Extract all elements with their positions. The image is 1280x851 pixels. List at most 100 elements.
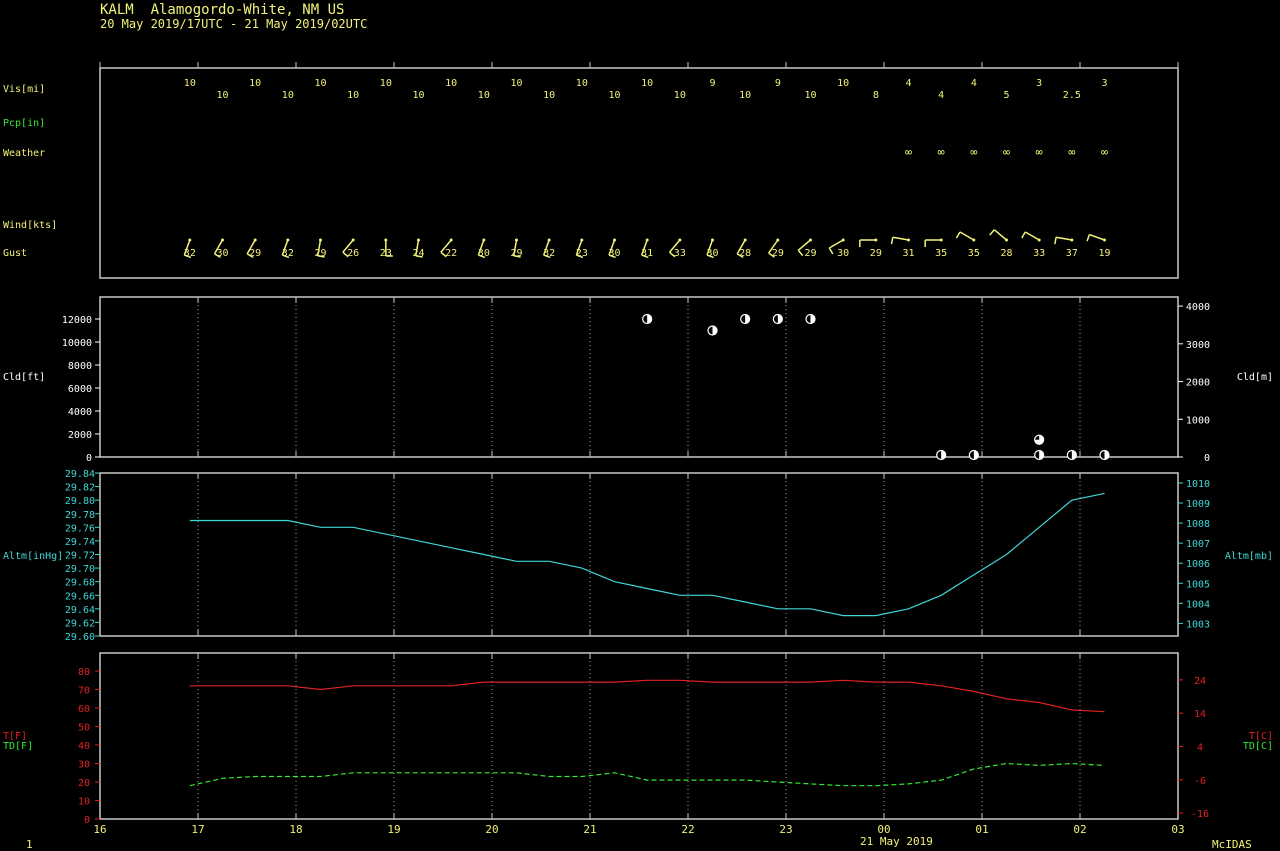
visibility-value: 4 [938, 90, 944, 101]
wind-barb-flag [890, 237, 894, 245]
visibility-value: 5 [1003, 90, 1009, 101]
gust-value: 33 [1033, 248, 1045, 259]
temperature-right-tick-label: 24 [1194, 676, 1206, 687]
cloud-left-tick-label: 4000 [68, 407, 92, 418]
temperature-right-tick-label: -6 [1194, 776, 1206, 787]
software-label: McIDAS [1212, 838, 1252, 851]
wind-barb [1024, 231, 1040, 241]
visibility-value: 4 [971, 78, 977, 89]
x-axis-tick-label: 02 [1073, 823, 1086, 836]
x-axis-tick-label: 18 [289, 823, 302, 836]
x-axis-tick-label: 16 [93, 823, 106, 836]
wind-station-dot [809, 238, 812, 242]
altimeter-right-tick-label: 1004 [1186, 599, 1210, 610]
altimeter-left-tick-label: 29.66 [65, 591, 95, 602]
wind-barb-flag [1054, 237, 1057, 245]
visibility-value: 10 [543, 90, 555, 101]
visibility-value: 10 [347, 90, 359, 101]
altimeter-right-tick-label: 1009 [1186, 499, 1210, 510]
x-axis-tick-label: 03 [1171, 823, 1184, 836]
visibility-value: 9 [775, 78, 781, 89]
altimeter-left-tick-label: 29.78 [65, 510, 95, 521]
wind-station-dot [711, 238, 714, 242]
wind-barb-flag [828, 247, 834, 255]
visibility-value: 10 [412, 90, 424, 101]
temperature-right-tick-label: -16 [1191, 809, 1209, 820]
visibility-value: 10 [249, 78, 261, 89]
temperature-left-tick-label: 20 [78, 778, 90, 789]
weather-symbol: ∞ [1101, 145, 1108, 159]
x-axis-tick-label: 22 [681, 823, 694, 836]
visibility-value: 10 [216, 90, 228, 101]
gust-value: 24 [412, 248, 424, 259]
visibility-value: 10 [282, 90, 294, 101]
wind-station-dot [482, 238, 486, 242]
gust-value: 29 [510, 248, 522, 259]
weather-symbol: ∞ [970, 145, 977, 159]
altimeter-right-tick-label: 1003 [1186, 619, 1210, 630]
altimeter-right-tick-label: 1005 [1186, 579, 1210, 590]
gust-value: 35 [935, 248, 947, 259]
cloud-right-tick-label: 4000 [1186, 302, 1210, 313]
gust-value: 29 [870, 248, 882, 259]
wind-station-dot [253, 238, 257, 242]
left-marker: 1 [26, 838, 33, 851]
surface-panel-frame [99, 67, 1179, 279]
cloud-right-axis-label: Cld[m] [1237, 372, 1273, 383]
altimeter-left-tick-label: 29.80 [65, 496, 95, 507]
cloud-left-tick-label: 6000 [68, 384, 92, 395]
gust-value: 19 [1098, 248, 1110, 259]
cloud-left-tick-label: 10000 [62, 338, 92, 349]
cloud-left-tick-label: 2000 [68, 430, 92, 441]
temperature-left-tick-label: 80 [78, 667, 90, 678]
cloud-left-tick-label: 12000 [62, 315, 92, 326]
wind-barb [1055, 236, 1072, 241]
altimeter-right-tick-label: 1006 [1186, 559, 1210, 570]
wind-station-dot [743, 238, 747, 242]
altimeter-left-tick-label: 29.68 [65, 578, 95, 589]
cloud-right-tick-label: 2000 [1186, 378, 1210, 389]
gust-value: 26 [347, 248, 359, 259]
altimeter-series-line [189, 492, 1105, 617]
cloud-left-tick-label: 8000 [68, 361, 92, 372]
temperature-left-tick-label: 30 [78, 760, 90, 771]
wind-station-dot [907, 238, 910, 242]
altimeter-left-tick-label: 29.82 [65, 483, 95, 494]
gust-value: 31 [902, 248, 914, 259]
temperature-left-tick-label: 0 [84, 815, 90, 826]
altimeter-left-tick-label: 29.84 [65, 469, 95, 480]
wind-barb [892, 236, 909, 241]
temperature-left-tick-label: 40 [78, 741, 90, 752]
dewpoint-series-line [189, 762, 1105, 787]
altimeter-left-tick-label: 29.62 [65, 618, 95, 629]
gust-value: 30 [837, 248, 849, 259]
x-axis-tick-label: 20 [485, 823, 498, 836]
wind-barb [1089, 233, 1105, 241]
visibility-value: 10 [380, 78, 392, 89]
wind-station-dot [417, 238, 420, 242]
visibility-value: 3 [1101, 78, 1107, 89]
wind-barb [828, 239, 844, 249]
temperature-left-tick-label: 10 [78, 797, 90, 808]
temperature-left-tick-label: 60 [78, 704, 90, 715]
altimeter-right-tick-label: 1008 [1186, 519, 1210, 530]
altimeter-left-tick-label: 29.60 [65, 632, 95, 643]
visibility-value: 4 [905, 78, 911, 89]
gust-value: 33 [674, 248, 686, 259]
visibility-value: 10 [478, 90, 490, 101]
wind-station-dot [449, 238, 453, 242]
gust-value: 35 [968, 248, 980, 259]
cloud-left-tick-label: 0 [86, 453, 92, 464]
visibility-value: 10 [608, 90, 620, 101]
wind-station-dot [1005, 238, 1008, 242]
gust-value: 29 [804, 248, 816, 259]
visibility-value: 10 [641, 78, 653, 89]
cloud-panel-frame [99, 296, 1179, 458]
visibility-value: 10 [314, 78, 326, 89]
temperature-right-tick-label: 14 [1194, 709, 1206, 720]
weather-symbol: ∞ [1036, 145, 1043, 159]
wind-station-dot [939, 238, 943, 242]
meteogram-chart: Vis[mi] Pcp[in] Weather Wind[kts] Gust 10 3 21 0… [3, 62, 1273, 836]
visibility-value: 9 [709, 78, 715, 89]
visibility-value: 3 [1036, 78, 1042, 89]
